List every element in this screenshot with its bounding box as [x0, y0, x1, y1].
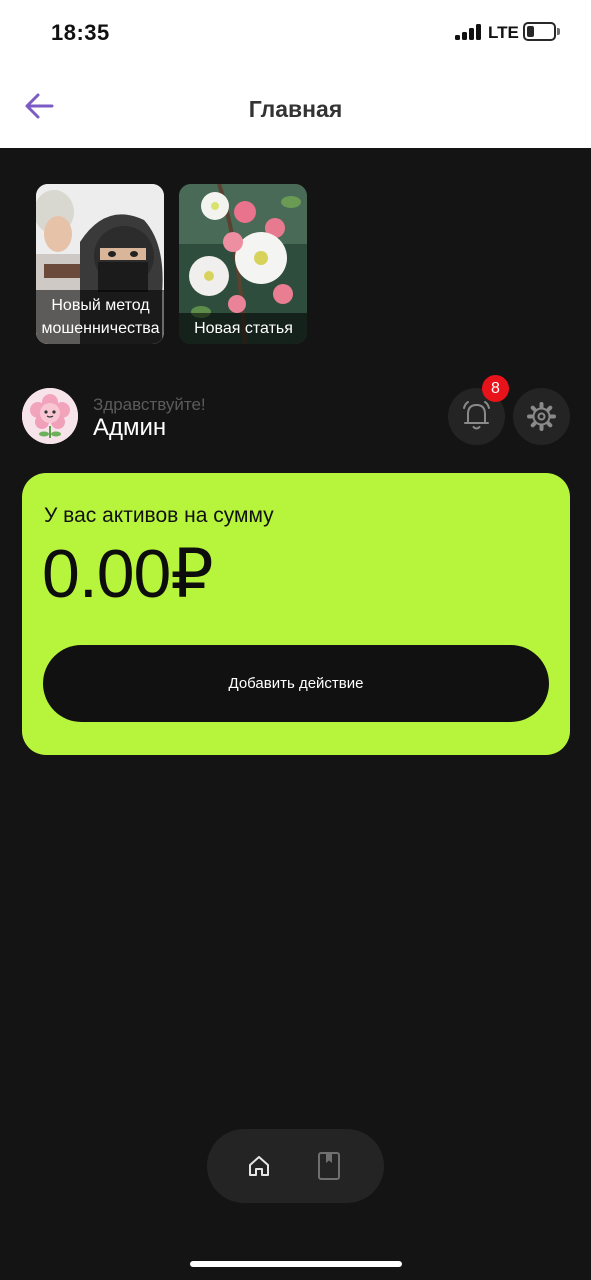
story-card-article[interactable]: Новая статья: [179, 184, 307, 344]
user-name: Админ: [93, 414, 167, 441]
signal-icon: [455, 24, 481, 40]
network-type: LTE: [488, 23, 519, 42]
greeting-text: Здравствуйте!: [93, 395, 206, 414]
battery-icon: [523, 22, 556, 41]
story-label: Новый метод мошенничества: [36, 290, 164, 344]
avatar[interactable]: [22, 388, 78, 444]
settings-button[interactable]: [513, 388, 570, 445]
tab-home[interactable]: [244, 1151, 274, 1181]
flower-avatar-icon: [22, 388, 78, 444]
story-label: Новая статья: [179, 313, 307, 344]
add-action-button[interactable]: Добавить действие: [43, 645, 549, 722]
status-time: 18:35: [51, 20, 110, 45]
tab-bookmarks[interactable]: [314, 1151, 344, 1181]
status-bar: 18:35 LTE: [0, 0, 591, 66]
story-card-fraud[interactable]: Новый метод мошенничества: [36, 184, 164, 344]
battery-tip: [557, 28, 560, 35]
balance-label: У вас активов на сумму: [44, 504, 274, 527]
balance-card: У вас активов на сумму 0.00₽ Добавить де…: [22, 473, 570, 755]
bookmark-icon: [318, 1152, 340, 1180]
notifications-badge: 8: [482, 375, 509, 402]
nav-header: Главная: [0, 66, 591, 148]
tab-bar: [207, 1129, 384, 1203]
page-title: Главная: [248, 96, 343, 122]
greeting-row: Здравствуйте! Админ 8: [22, 375, 570, 445]
gear-icon: [527, 402, 556, 431]
balance-value: 0.00₽: [42, 536, 214, 612]
home-icon: [249, 1156, 269, 1176]
home-indicator: [190, 1261, 402, 1267]
